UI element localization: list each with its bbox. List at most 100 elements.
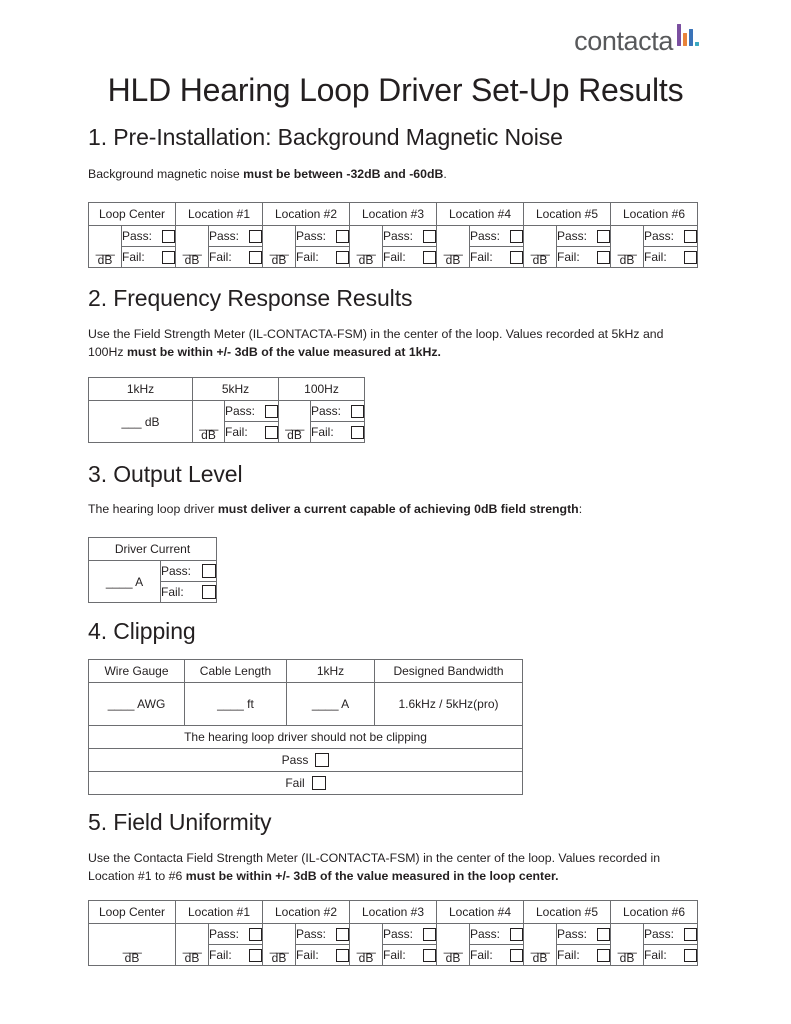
pass-checkbox[interactable] [351,404,364,418]
pass-checkbox[interactable] [684,927,697,941]
pass-cell-location-3[interactable]: Pass: [382,923,437,945]
value-location-2[interactable]: ___ dB [262,923,296,966]
pass-cell-location-1[interactable]: Pass: [208,923,263,945]
fail-cell-5khz[interactable]: Fail: [224,421,279,443]
fail-checkbox[interactable] [510,948,523,962]
pass-cell-location-4[interactable]: Pass: [469,923,524,945]
value-location-2[interactable]: ___ dB [262,225,296,268]
value-loop-center[interactable]: ___ dB [88,923,176,966]
pass-checkbox[interactable] [162,229,175,243]
frequency-response-table: 1kHz 5kHz 100Hz ___ dB ___ dB Pass: ___ … [88,377,365,443]
value-location-1[interactable]: ___ dB [175,923,209,966]
fail-cell-location-3[interactable]: Fail: [382,944,437,966]
fail-checkbox[interactable] [162,250,175,264]
value-location-3[interactable]: ___ dB [349,225,383,268]
pass-label: Pass: [470,927,501,941]
pass-checkbox[interactable] [597,927,610,941]
fail-checkbox[interactable] [684,948,697,962]
blank-line: ___ [530,241,550,256]
pass-checkbox[interactable] [597,229,610,243]
fail-checkbox[interactable] [597,948,610,962]
value-location-3[interactable]: ___ dB [349,923,383,966]
fail-checkbox[interactable] [336,948,349,962]
fail-cell-location-5[interactable]: Fail: [556,944,611,966]
pass-checkbox[interactable] [510,927,523,941]
pass-cell-location-4[interactable]: Pass: [469,225,524,247]
value-location-6[interactable]: ___ dB [610,225,644,268]
value-driver-current[interactable]: ____ A [88,560,161,603]
pass-checkbox[interactable] [510,229,523,243]
table-row-pass: Pass [88,748,523,772]
pass-row[interactable]: Pass [88,748,523,772]
pass-checkbox[interactable] [336,927,349,941]
fail-cell-location-1[interactable]: Fail: [208,944,263,966]
fail-cell-location-6[interactable]: Fail: [643,944,698,966]
pass-label: Pass: [383,229,414,243]
value-100hz[interactable]: ___ dB [278,400,311,443]
fail-cell-location-2[interactable]: Fail: [295,246,350,268]
value-location-6[interactable]: ___ dB [610,923,644,966]
fail-cell-driver-current[interactable]: Fail: [160,581,217,603]
fail-checkbox[interactable] [311,776,326,790]
pass-checkbox[interactable] [202,564,216,578]
fail-cell-location-5[interactable]: Fail: [556,246,611,268]
fail-checkbox[interactable] [351,425,364,439]
fail-checkbox[interactable] [684,250,697,264]
pass-cell-location-6[interactable]: Pass: [643,923,698,945]
pass-checkbox[interactable] [265,404,278,418]
fail-checkbox[interactable] [510,250,523,264]
fail-checkbox[interactable] [423,948,436,962]
pass-cell-location-2[interactable]: Pass: [295,225,350,247]
col-location-2: Location #2 [262,202,350,226]
pass-checkbox[interactable] [423,229,436,243]
value-5khz[interactable]: ___ dB [192,400,225,443]
pass-cell-100hz[interactable]: Pass: [310,400,365,422]
fail-label: Fail: [209,948,232,962]
section-4-table-wrap: Wire Gauge Cable Length 1kHz Designed Ba… [88,659,523,795]
value-location-4[interactable]: ___ dB [436,923,470,966]
fail-cell-location-4[interactable]: Fail: [469,246,524,268]
pass-checkbox[interactable] [684,229,697,243]
pass-cell-driver-current[interactable]: Pass: [160,560,217,582]
value-location-5[interactable]: ___ dB [523,225,557,268]
col-1khz: 1kHz [88,377,193,401]
pass-label: Pass: [557,927,588,941]
value-location-5[interactable]: ___ dB [523,923,557,966]
fail-label: Fail [285,776,305,790]
value-loop-center[interactable]: ___ dB [88,225,122,268]
fail-checkbox[interactable] [336,250,349,264]
fail-cell-location-3[interactable]: Fail: [382,246,437,268]
fail-checkbox[interactable] [597,250,610,264]
value-1khz[interactable]: ____ A [286,682,375,726]
pass-checkbox[interactable] [336,229,349,243]
fail-checkbox[interactable] [249,948,262,962]
value-wire-gauge[interactable]: ____ AWG [88,682,185,726]
fail-cell-location-6[interactable]: Fail: [643,246,698,268]
value-location-1[interactable]: ___ dB [175,225,209,268]
fail-row[interactable]: Fail [88,771,523,795]
fail-cell-location-2[interactable]: Fail: [295,944,350,966]
pass-checkbox[interactable] [315,753,330,767]
pass-checkbox[interactable] [249,927,262,941]
fail-checkbox[interactable] [249,250,262,264]
fail-cell-location-1[interactable]: Fail: [208,246,263,268]
value-cable-length[interactable]: ____ ft [184,682,287,726]
pass-cell-location-6[interactable]: Pass: [643,225,698,247]
fail-cell-loop-center[interactable]: Fail: [121,246,176,268]
pass-cell-location-5[interactable]: Pass: [556,225,611,247]
value-location-4[interactable]: ___ dB [436,225,470,268]
pass-cell-location-3[interactable]: Pass: [382,225,437,247]
fail-checkbox[interactable] [265,425,278,439]
pass-cell-location-2[interactable]: Pass: [295,923,350,945]
value-1khz[interactable]: ___ dB [88,400,193,443]
pass-cell-5khz[interactable]: Pass: [224,400,279,422]
pass-cell-location-5[interactable]: Pass: [556,923,611,945]
fail-cell-location-4[interactable]: Fail: [469,944,524,966]
pass-checkbox[interactable] [249,229,262,243]
fail-checkbox[interactable] [202,585,216,599]
pass-cell-loop-center[interactable]: Pass: [121,225,176,247]
fail-cell-100hz[interactable]: Fail: [310,421,365,443]
pass-checkbox[interactable] [423,927,436,941]
pass-cell-location-1[interactable]: Pass: [208,225,263,247]
fail-checkbox[interactable] [423,250,436,264]
